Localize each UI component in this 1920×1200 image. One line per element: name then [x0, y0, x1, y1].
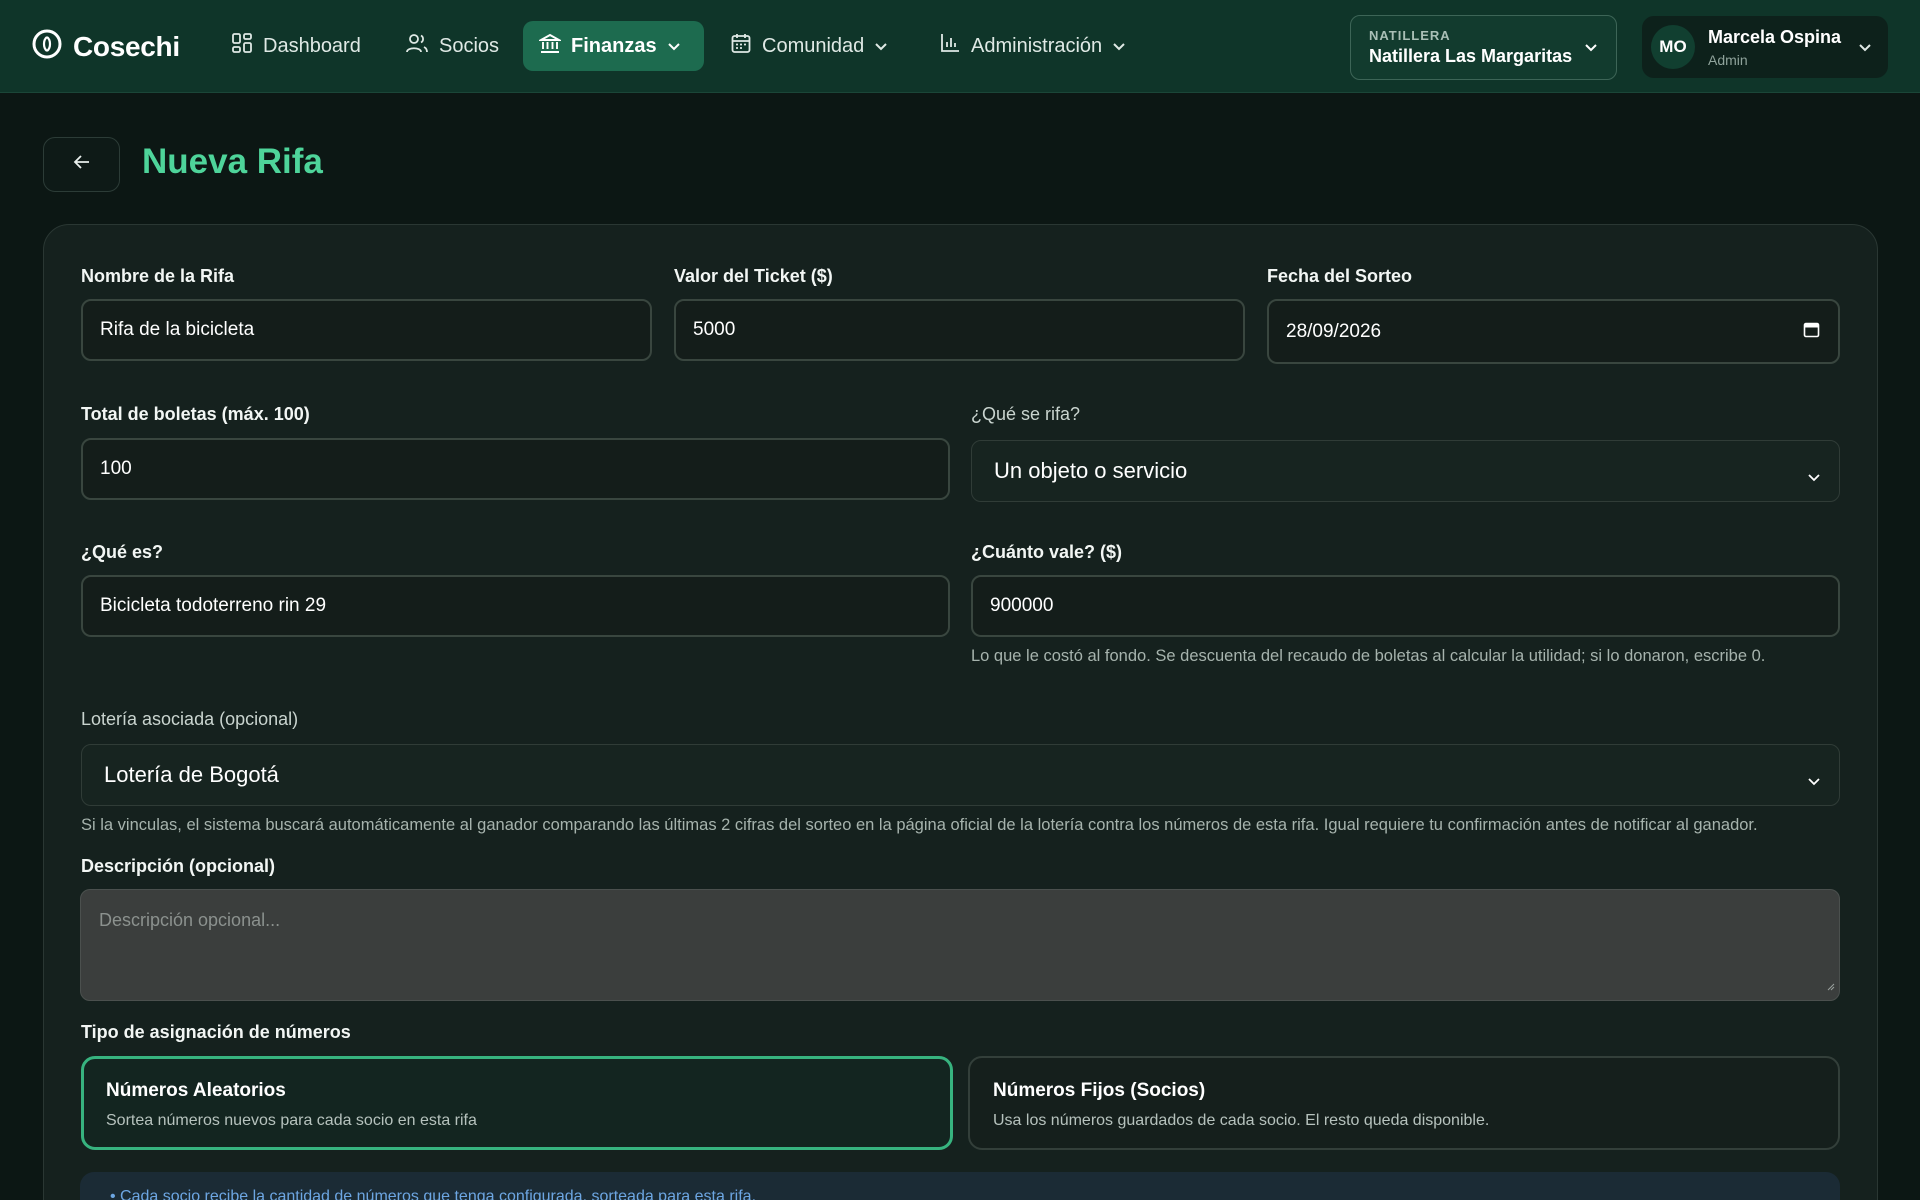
- bank-icon: [537, 32, 563, 60]
- descripcion-placeholder: Descripción opcional...: [99, 910, 281, 930]
- bar-chart-icon: [939, 32, 961, 60]
- fecha-value: 28/09/2026: [1286, 320, 1382, 342]
- nav-comunidad[interactable]: Comunidad: [714, 21, 904, 71]
- option-desc: Usa los números guardados de cada socio.…: [993, 1112, 1490, 1129]
- loteria-hint: Si la vinculas, el sistema buscará autom…: [81, 816, 1758, 834]
- nav-comunidad-label: Comunidad: [762, 34, 865, 57]
- valor-input[interactable]: 5000: [674, 299, 1245, 361]
- chevron-down-icon: [874, 35, 888, 58]
- user-menu[interactable]: MO Marcela Ospina Admin: [1642, 16, 1888, 78]
- chevron-down-icon: [1112, 35, 1126, 58]
- valor-label: Valor del Ticket ($): [674, 266, 833, 286]
- org-label: NATILLERA: [1369, 28, 1451, 43]
- chevron-down-icon: [1584, 40, 1598, 58]
- option-desc: Sortea números nuevos para cada socio en…: [106, 1112, 477, 1129]
- loteria-value: Lotería de Bogotá: [104, 762, 279, 787]
- fecha-label: Fecha del Sorteo: [1267, 266, 1413, 286]
- que-es-label: ¿Qué es?: [81, 542, 164, 562]
- cuanto-label: ¿Cuánto vale? ($): [971, 542, 1123, 562]
- que-rifa-select[interactable]: Un objeto o servicio: [971, 440, 1840, 502]
- org-name: Natillera Las Margaritas: [1369, 46, 1573, 66]
- total-label: Total de boletas (máx. 100): [81, 404, 310, 424]
- info-text: • Cada socio recibe la cantidad de númer…: [110, 1188, 757, 1200]
- fecha-date-input[interactable]: 28/09/2026: [1267, 299, 1840, 364]
- arrow-left-icon: [73, 154, 91, 175]
- option-numeros-aleatorios[interactable]: Números Aleatorios Sortea números nuevos…: [81, 1056, 953, 1150]
- dashboard-icon: [231, 32, 253, 60]
- nav-dashboard-label: Dashboard: [263, 34, 361, 57]
- tipo-label: Tipo de asignación de números: [81, 1022, 351, 1042]
- option-title: Números Fijos (Socios): [993, 1080, 1206, 1101]
- que-rifa-label: ¿Qué se rifa?: [971, 404, 1081, 424]
- chevron-down-icon: [1858, 40, 1872, 58]
- nav-dashboard[interactable]: Dashboard: [215, 21, 377, 71]
- nav-socios-label: Socios: [439, 34, 500, 57]
- nav-administracion-label: Administración: [971, 34, 1103, 57]
- nav-finanzas-label: Finanzas: [571, 34, 657, 57]
- descripcion-label: Descripción (opcional): [81, 856, 276, 876]
- avatar: MO: [1651, 25, 1695, 69]
- organization-selector[interactable]: NATILLERA Natillera Las Margaritas: [1350, 15, 1617, 80]
- info-box: • Cada socio recibe la cantidad de númer…: [80, 1172, 1840, 1200]
- user-name: Marcela Ospina: [1708, 27, 1842, 47]
- loteria-select[interactable]: Lotería de Bogotá: [81, 744, 1840, 806]
- nombre-input[interactable]: Rifa de la bicicleta: [81, 299, 652, 361]
- option-title: Números Aleatorios: [106, 1080, 286, 1101]
- calendar-icon[interactable]: [1803, 321, 1820, 344]
- nombre-label: Nombre de la Rifa: [81, 266, 235, 286]
- back-button[interactable]: [43, 137, 120, 192]
- chevron-down-icon: [1807, 463, 1821, 489]
- cuanto-hint: Lo que le costó al fondo. Se descuenta d…: [971, 647, 1766, 665]
- resize-grip-icon[interactable]: [1825, 975, 1835, 996]
- users-icon: [405, 32, 429, 60]
- nav-finanzas[interactable]: Finanzas: [523, 21, 704, 71]
- brand-name: Cosechi: [73, 30, 180, 62]
- option-numeros-fijos[interactable]: Números Fijos (Socios) Usa los números g…: [968, 1056, 1840, 1150]
- cosechi-logo-icon: [31, 28, 63, 65]
- brand-logo[interactable]: Cosechi: [31, 28, 180, 65]
- user-role: Admin: [1708, 52, 1748, 68]
- nav-administracion[interactable]: Administración: [923, 21, 1142, 71]
- page-title: Nueva Rifa: [142, 142, 323, 181]
- calendar-icon: [730, 32, 752, 60]
- que-rifa-value: Un objeto o servicio: [994, 458, 1188, 483]
- nav-socios[interactable]: Socios: [389, 21, 515, 71]
- que-es-input[interactable]: Bicicleta todoterreno rin 29: [81, 575, 950, 637]
- chevron-down-icon: [1807, 767, 1821, 793]
- chevron-down-icon: [667, 35, 681, 58]
- raffle-form-card: Nombre de la Rifa Rifa de la bicicleta V…: [43, 224, 1878, 1200]
- loteria-label: Lotería asociada (opcional): [81, 709, 299, 729]
- cuanto-vale-input[interactable]: 900000: [971, 575, 1840, 637]
- descripcion-textarea[interactable]: Descripción opcional...: [80, 889, 1840, 1001]
- top-navbar: Cosechi Dashboard Socios Finanzas Comuni…: [0, 0, 1920, 93]
- total-boletas-input[interactable]: 100: [81, 438, 950, 500]
